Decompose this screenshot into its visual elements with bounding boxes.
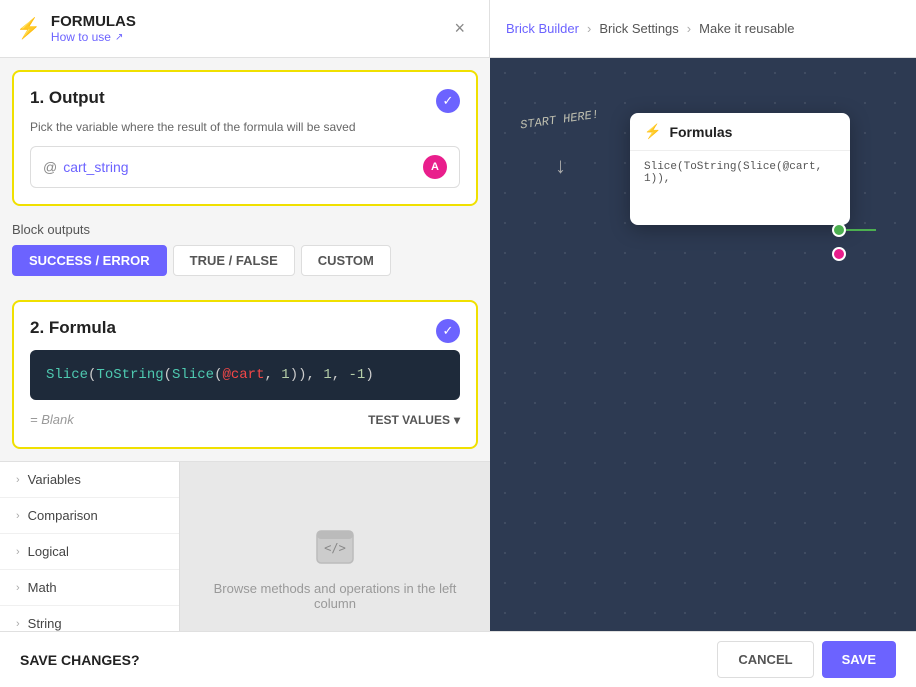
output-section-header: 1. Output ✓	[30, 88, 460, 114]
method-item-comparison[interactable]: › Comparison	[0, 498, 179, 534]
method-item-variables[interactable]: › Variables	[0, 462, 179, 498]
chevron-right-icon-string: ›	[16, 618, 20, 630]
method-item-math[interactable]: › Math	[0, 570, 179, 606]
connector-output-pink	[832, 247, 846, 261]
right-panel-canvas: START HERE! ↓ ⚡ Formulas Slice(ToString(…	[490, 58, 916, 631]
footer-actions: CANCEL SAVE	[717, 641, 896, 678]
tab-custom[interactable]: CUSTOM	[301, 245, 391, 276]
block-outputs-label: Block outputs	[12, 222, 478, 237]
output-section-card: 1. Output ✓ Pick the variable where the …	[12, 70, 478, 206]
method-label-logical: Logical	[28, 544, 69, 559]
method-columns: › Variables › Comparison › Logical › Mat…	[0, 462, 490, 631]
external-link-icon: ↗	[115, 32, 123, 43]
formula-section-title: 2. Formula	[30, 318, 116, 338]
fn-slice-inner: Slice	[172, 367, 214, 383]
app-title: FORMULAS	[51, 13, 447, 30]
breadcrumb-sep-2: ›	[687, 21, 691, 36]
lightning-icon: ⚡	[16, 16, 41, 41]
canvas-formula-card: ⚡ Formulas Slice(ToString(Slice(@cart, 1…	[630, 113, 850, 225]
formula-num-3: -1	[349, 367, 366, 383]
method-label-comparison: Comparison	[28, 508, 98, 523]
method-item-string[interactable]: › String	[0, 606, 179, 631]
how-to-use-link[interactable]: How to use ↗	[51, 30, 447, 44]
test-values-button[interactable]: TEST VALUES ▾	[368, 413, 460, 427]
header: ⚡ FORMULAS How to use ↗ × Brick Builder …	[0, 0, 916, 58]
variable-input[interactable]: @ cart_string A	[30, 146, 460, 188]
breadcrumb-sep-1: ›	[587, 21, 591, 36]
chevron-down-icon: ▾	[454, 413, 460, 427]
tab-success-error[interactable]: SUCCESS / ERROR	[12, 245, 167, 276]
method-label-string: String	[28, 616, 62, 631]
connector-output-green	[832, 223, 846, 237]
start-here-arrow: ↓	[555, 153, 566, 179]
main-layout: 1. Output ✓ Pick the variable where the …	[0, 58, 916, 631]
tab-true-false[interactable]: TRUE / FALSE	[173, 245, 295, 276]
formula-editor[interactable]: Slice(ToString(Slice(@cart, 1)), 1, -1)	[30, 350, 460, 400]
avatar-badge: A	[423, 155, 447, 179]
breadcrumb-item-2[interactable]: Make it reusable	[699, 21, 794, 36]
formula-num-1: 1	[281, 367, 289, 383]
header-title-block: FORMULAS How to use ↗	[51, 13, 447, 44]
connector-line-green	[846, 229, 876, 231]
output-section-title: 1. Output	[30, 88, 105, 108]
canvas-lightning-icon: ⚡	[644, 123, 661, 140]
method-list: › Variables › Comparison › Logical › Mat…	[0, 461, 490, 631]
formula-result-bar: = Blank TEST VALUES ▾	[30, 408, 460, 431]
cancel-button[interactable]: CANCEL	[717, 641, 813, 678]
at-sign: @	[43, 159, 57, 175]
variable-name: cart_string	[63, 159, 423, 175]
browse-panel-text: Browse methods and operations in the lef…	[200, 581, 470, 611]
formula-check-icon: ✓	[436, 319, 460, 343]
browse-panel: </> Browse methods and operations in the…	[180, 462, 490, 631]
fn-slice-outer: Slice	[46, 367, 88, 383]
chevron-right-icon-math: ›	[16, 582, 20, 594]
formula-section-card: 2. Formula ✓ Slice(ToString(Slice(@cart,…	[12, 300, 478, 449]
output-check-icon: ✓	[436, 89, 460, 113]
save-button[interactable]: SAVE	[822, 641, 896, 678]
left-panel: 1. Output ✓ Pick the variable where the …	[0, 58, 490, 631]
formula-num-2: 1	[323, 367, 331, 383]
footer: SAVE CHANGES? CANCEL SAVE	[0, 631, 916, 687]
method-item-logical[interactable]: › Logical	[0, 534, 179, 570]
header-left: ⚡ FORMULAS How to use ↗ ×	[0, 0, 490, 57]
footer-label: SAVE CHANGES?	[20, 652, 140, 668]
output-section-desc: Pick the variable where the result of th…	[30, 120, 460, 134]
chevron-right-icon-comparison: ›	[16, 510, 20, 522]
formula-result-value: = Blank	[30, 412, 74, 427]
chevron-right-icon-logical: ›	[16, 546, 20, 558]
output-tabs: SUCCESS / ERROR TRUE / FALSE CUSTOM	[12, 245, 478, 276]
method-label-math: Math	[28, 580, 57, 595]
block-outputs-section: Block outputs SUCCESS / ERROR TRUE / FAL…	[0, 218, 490, 288]
formula-var-cart: @cart	[222, 367, 264, 383]
method-label-variables: Variables	[28, 472, 81, 487]
breadcrumb-item-0[interactable]: Brick Builder	[506, 21, 579, 36]
fn-tostring: ToString	[96, 367, 163, 383]
breadcrumb: Brick Builder › Brick Settings › Make it…	[506, 21, 795, 36]
canvas-card-body: Slice(ToString(Slice(@cart, 1)),	[630, 151, 850, 225]
close-button[interactable]: ×	[446, 10, 473, 47]
svg-text:</>: </>	[324, 541, 346, 555]
canvas-card-header: ⚡ Formulas	[630, 113, 850, 151]
canvas-card-title: Formulas	[669, 124, 732, 140]
method-col-left: › Variables › Comparison › Logical › Mat…	[0, 462, 180, 631]
breadcrumb-item-1[interactable]: Brick Settings	[599, 21, 678, 36]
code-icon: </>	[315, 529, 355, 573]
formula-section-header: 2. Formula ✓	[30, 318, 460, 344]
chevron-right-icon-variables: ›	[16, 474, 20, 486]
header-right: Brick Builder › Brick Settings › Make it…	[490, 21, 916, 36]
